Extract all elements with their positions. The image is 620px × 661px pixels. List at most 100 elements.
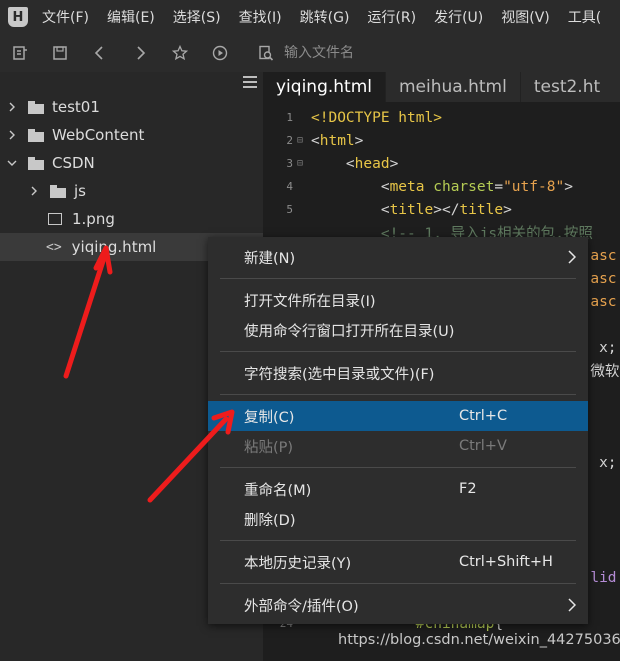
menu-goto[interactable]: 跳转(G): [300, 7, 350, 27]
line-number: 4: [286, 180, 293, 193]
hamburger-menu-icon[interactable]: [243, 76, 257, 88]
shortcut-label: Ctrl+V: [459, 438, 507, 454]
file-search-input[interactable]: [284, 45, 484, 61]
tree-item-js[interactable]: js: [0, 177, 263, 205]
fold-toggle-icon[interactable]: ⊟: [297, 158, 311, 169]
menu-separator: [220, 351, 576, 352]
chevron-right-icon[interactable]: [4, 99, 20, 115]
folder-icon: [28, 128, 44, 142]
tree-item-label: 1.png: [72, 210, 115, 228]
menu-publish[interactable]: 发行(U): [434, 7, 483, 27]
html-file-icon: <>: [46, 239, 62, 255]
shortcut-label: F2: [459, 481, 477, 497]
hbuilder-logo-icon: H: [8, 7, 28, 27]
submenu-arrow-icon: [568, 250, 576, 264]
chevron-down-icon[interactable]: [4, 155, 20, 171]
line-number: 3: [286, 157, 293, 170]
code-token: >: [503, 201, 512, 218]
tab-test2-html[interactable]: test2.ht: [519, 72, 613, 102]
menu-separator: [220, 394, 576, 395]
context-menu: 新建(N) 打开文件所在目录(I) 使用命令行窗口打开所在目录(U) 字符搜索(…: [208, 237, 588, 624]
code-token: <: [311, 155, 355, 172]
menu-item-new[interactable]: 新建(N): [208, 242, 588, 272]
code-line: 3 ⊟ < head >: [263, 152, 620, 175]
menu-bar: H 文件(F) 编辑(E) 选择(S) 查找(I) 跳转(G) 运行(R) 发行…: [0, 0, 620, 34]
save-icon[interactable]: [40, 34, 80, 72]
code-line: 2 ⊟ < html >: [263, 129, 620, 152]
tree-item-label: js: [74, 182, 86, 200]
code-token: <: [311, 132, 320, 149]
image-file-icon: [48, 213, 62, 225]
tree-item-1png[interactable]: 1.png: [0, 205, 263, 233]
toolbar: [0, 34, 620, 72]
code-token: head: [354, 155, 390, 172]
menu-separator: [220, 278, 576, 279]
star-icon[interactable]: [160, 34, 200, 72]
menu-item-external-commands[interactable]: 外部命令/插件(O): [208, 590, 588, 620]
tree-item-label: WebContent: [52, 126, 145, 144]
code-token: charset: [433, 178, 495, 195]
folder-icon: [28, 156, 44, 170]
code-token: >: [564, 178, 573, 195]
menu-item-open-in-terminal[interactable]: 使用命令行窗口打开所在目录(U): [208, 315, 588, 345]
tree-item-test01[interactable]: test01: [0, 93, 263, 121]
code-token: =: [494, 178, 504, 195]
folder-icon: [28, 100, 44, 114]
editor-tabs: yiqing.html meihua.html test2.ht: [263, 72, 620, 102]
code-token: <: [311, 178, 390, 195]
menu-item-paste: 粘贴(P) Ctrl+V: [244, 438, 507, 456]
file-search-icon[interactable]: [254, 34, 278, 72]
code-token: ></: [433, 201, 460, 218]
line-number: 1: [286, 111, 293, 124]
code-line: 1 <!DOCTYPE html>: [263, 106, 620, 129]
tree-item-csdn[interactable]: CSDN: [0, 149, 263, 177]
shortcut-label: Ctrl+Shift+H: [459, 554, 553, 570]
fold-toggle-icon[interactable]: ⊟: [297, 135, 311, 146]
code-token: title: [459, 201, 504, 218]
menu-view[interactable]: 视图(V): [501, 7, 550, 27]
menu-item-local-history[interactable]: 本地历史记录(Y) Ctrl+Shift+H: [208, 547, 588, 577]
back-icon[interactable]: [80, 34, 120, 72]
menu-find[interactable]: 查找(I): [239, 7, 282, 27]
code-token: title: [389, 201, 434, 218]
code-token: "utf-8": [503, 178, 565, 195]
code-line: 5 < title ></title >: [263, 198, 620, 221]
code-token: <!DOCTYPE html>: [311, 109, 442, 126]
menu-tools[interactable]: 工具(: [568, 7, 601, 27]
watermark: https://blog.csdn.net/weixin_44275036: [338, 632, 620, 648]
code-token: <: [311, 201, 390, 218]
tree-item-label: test01: [52, 98, 100, 116]
menu-edit[interactable]: 编辑(E): [107, 7, 155, 27]
submenu-arrow-icon: [568, 598, 576, 612]
code-line: 4 < meta charset = "utf-8" >: [263, 175, 620, 198]
menu-item-copy[interactable]: 复制(C) Ctrl+C: [208, 401, 588, 431]
run-icon[interactable]: [200, 34, 240, 72]
tree-item-label: yiqing.html: [71, 238, 157, 256]
tree-item-label: CSDN: [52, 154, 95, 172]
tab-meihua-html[interactable]: meihua.html: [385, 72, 520, 102]
menu-select[interactable]: 选择(S): [173, 7, 221, 27]
menu-item-rename[interactable]: 重命名(M) F2: [208, 474, 588, 504]
menu-separator: [220, 583, 576, 584]
menu-item-open-directory[interactable]: 打开文件所在目录(I): [208, 285, 588, 315]
line-number: 2: [286, 134, 293, 147]
menu-run[interactable]: 运行(R): [367, 7, 416, 27]
line-number: 5: [286, 203, 293, 216]
tab-yiqing-html[interactable]: yiqing.html: [263, 72, 385, 102]
menu-file[interactable]: 文件(F): [42, 7, 89, 27]
code-token: html: [319, 132, 355, 149]
menu-item-search-text[interactable]: 字符搜索(选中目录或文件)(F): [208, 358, 588, 388]
code-token: meta: [389, 178, 434, 195]
menu-separator: [220, 540, 576, 541]
folder-icon: [50, 184, 66, 198]
new-file-icon[interactable]: [0, 34, 40, 72]
chevron-right-icon[interactable]: [26, 183, 42, 199]
menu-separator: [220, 467, 576, 468]
chevron-right-icon[interactable]: [4, 127, 20, 143]
shortcut-label: Ctrl+C: [459, 408, 508, 424]
tree-item-webcontent[interactable]: WebContent: [0, 121, 263, 149]
forward-icon[interactable]: [120, 34, 160, 72]
code-token: >: [354, 132, 364, 149]
code-token: >: [389, 155, 399, 172]
menu-item-delete[interactable]: 删除(D): [208, 504, 588, 534]
